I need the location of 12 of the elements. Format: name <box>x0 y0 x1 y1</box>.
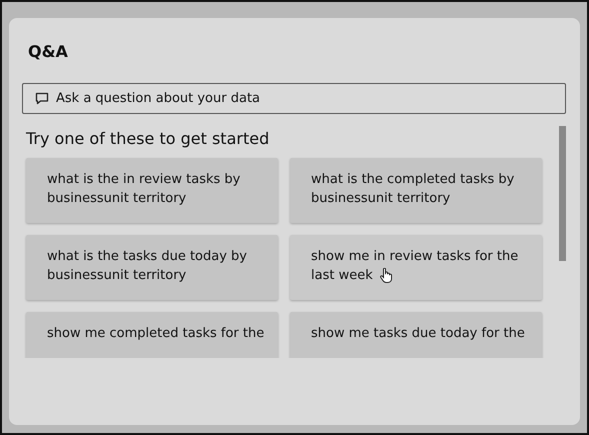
scrollbar[interactable] <box>559 126 566 261</box>
suggestion-card[interactable]: what is the in review tasks by businessunit territory <box>26 158 278 223</box>
speech-bubble-icon <box>35 92 49 105</box>
suggestion-card[interactable]: show me completed tasks for the <box>26 312 278 358</box>
question-field[interactable]: Ask a question about your data <box>22 83 566 114</box>
panel-title: Q&A <box>28 42 69 61</box>
suggestion-card[interactable]: show me tasks due today for the <box>290 312 542 358</box>
suggestions-heading: Try one of these to get started <box>26 129 270 148</box>
suggestion-card[interactable]: what is the tasks due today by businessunit territory <box>26 235 278 300</box>
suggestion-card[interactable]: what is the completed tasks by businessunit territory <box>290 158 542 223</box>
hand-cursor-icon <box>380 268 392 283</box>
suggestion-card[interactable]: show me in review tasks for the last week <box>290 235 542 300</box>
